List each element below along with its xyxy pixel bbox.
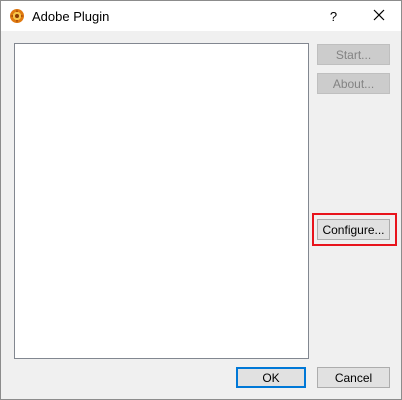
app-icon <box>9 8 25 24</box>
cancel-button[interactable]: Cancel <box>317 367 390 388</box>
configure-button[interactable]: Configure... <box>317 219 390 240</box>
ok-button[interactable]: OK <box>236 367 306 388</box>
help-button[interactable]: ? <box>311 1 356 31</box>
about-button[interactable]: About... <box>317 73 390 94</box>
plugin-dialog: Adobe Plugin ? Start... About... Configu… <box>0 0 402 400</box>
close-icon <box>373 9 385 24</box>
title-bar: Adobe Plugin ? <box>1 1 401 31</box>
plugin-list[interactable] <box>14 43 309 359</box>
close-button[interactable] <box>356 1 401 31</box>
start-button[interactable]: Start... <box>317 44 390 65</box>
window-title: Adobe Plugin <box>32 9 110 24</box>
